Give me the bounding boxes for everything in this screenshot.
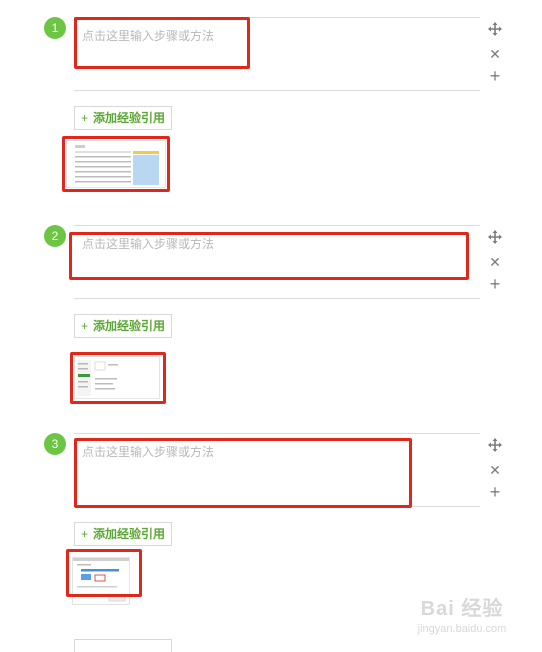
close-icon[interactable]: ✕ [484, 254, 506, 270]
highlight-box [62, 136, 170, 192]
add-reference-button[interactable]: + 添加经验引用 [74, 106, 173, 130]
move-icon[interactable] [484, 22, 506, 39]
add-reference-label: 添加经验引用 [93, 527, 166, 541]
plus-icon[interactable]: + [484, 275, 506, 293]
plus-icon[interactable]: + [484, 67, 506, 85]
plus-icon: + [81, 111, 89, 125]
step-number-badge: 1 [44, 17, 66, 39]
close-icon[interactable]: ✕ [484, 46, 506, 62]
plus-icon[interactable]: + [484, 483, 506, 501]
add-reference-label: 添加经验引用 [93, 111, 166, 125]
move-icon[interactable] [484, 438, 506, 455]
watermark-brand: Bai 经验 [420, 598, 504, 620]
highlight-box [74, 17, 250, 69]
step-number-badge: 3 [44, 433, 66, 455]
highlight-box [70, 352, 166, 404]
step-number-badge: 2 [44, 225, 66, 247]
move-icon[interactable] [484, 230, 506, 247]
highlight-box [66, 549, 142, 597]
watermark-url: jingyan.baidu.com [417, 623, 507, 635]
add-reference-button[interactable]: + 添加经验引用 [74, 522, 173, 546]
plus-icon: + [81, 319, 89, 333]
add-reference-label: 添加经验引用 [93, 319, 166, 333]
add-reference-button[interactable]: + 添加经验引用 [74, 314, 173, 338]
watermark: Bai 经验 jingyan.baidu.com [412, 592, 512, 635]
highlight-box [69, 232, 469, 280]
plus-icon: + [81, 527, 89, 541]
close-icon[interactable]: ✕ [484, 462, 506, 478]
highlight-box [74, 438, 412, 508]
